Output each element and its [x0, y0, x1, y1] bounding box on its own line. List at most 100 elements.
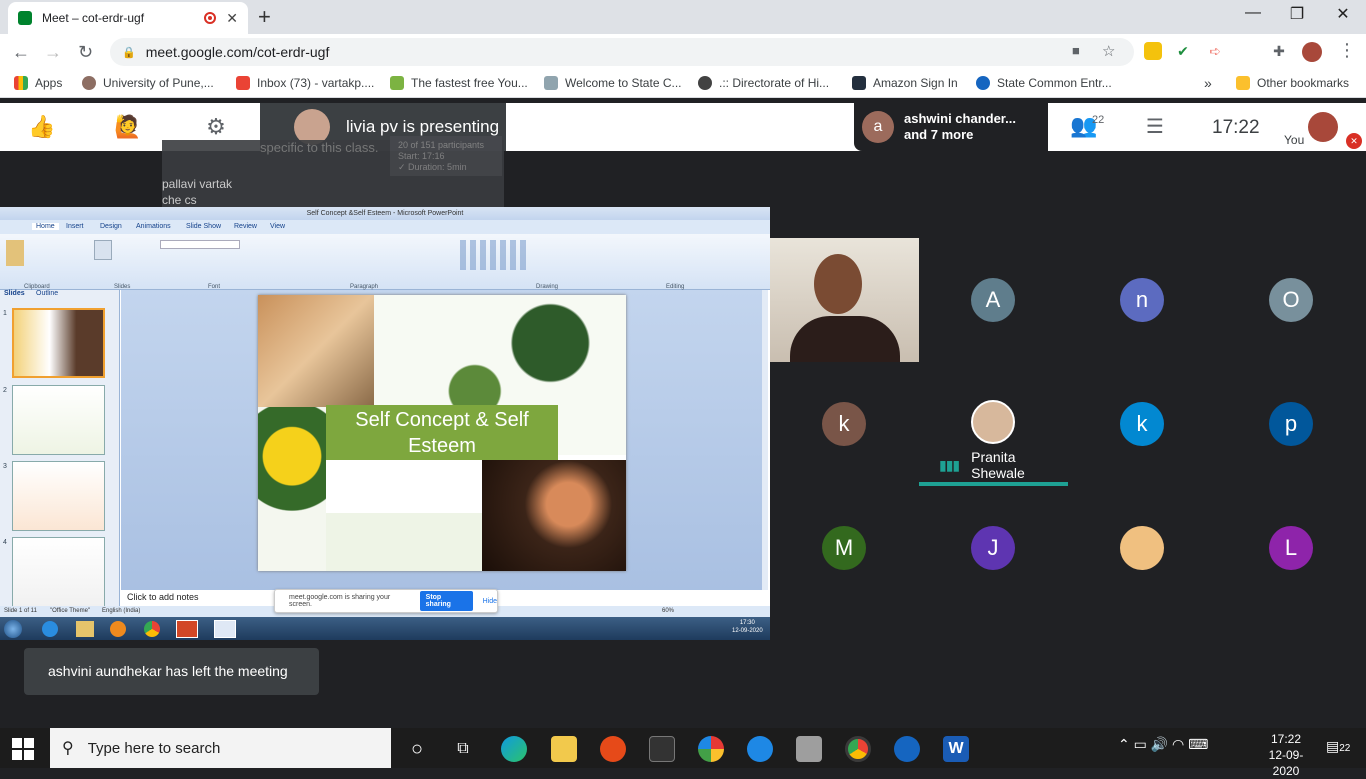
participant-avatar[interactable]: L	[1269, 526, 1313, 570]
camera-icon[interactable]: ■	[1072, 43, 1080, 58]
you-label: You	[1284, 133, 1305, 147]
more-bookmarks-icon[interactable]: »	[1204, 75, 1212, 91]
inner-taskbar: 17:30 12-09-2020	[0, 617, 770, 640]
slides-pane: Slides Outline 1 2 3 4	[0, 290, 120, 607]
new-tab-button[interactable]: +	[258, 4, 271, 30]
back-button[interactable]: ←	[12, 42, 30, 63]
close-tab-icon[interactable]: ✕	[226, 10, 238, 27]
meeting-clock: 17:22	[1212, 117, 1260, 138]
minimize-button[interactable]: —	[1230, 4, 1276, 22]
participant-avatar[interactable]: O	[1269, 278, 1313, 322]
app-icon[interactable]	[796, 736, 822, 762]
share-extension-icon[interactable]: ➪	[1206, 42, 1224, 60]
speaker-avatar[interactable]	[971, 400, 1015, 444]
slide-thumbnail[interactable]	[12, 308, 105, 378]
bookmark-amazon[interactable]: Amazon Sign In	[852, 76, 958, 90]
slide-thumbnail[interactable]	[12, 537, 105, 607]
raise-hand-icon[interactable]: 🙋	[108, 110, 148, 144]
bookmark-other[interactable]: Other bookmarks	[1236, 76, 1349, 90]
participant-avatar[interactable]: n	[1120, 278, 1164, 322]
check-extension-icon[interactable]: ✔	[1174, 42, 1192, 60]
download-icon	[390, 76, 404, 90]
participant-avatar[interactable]: A	[971, 278, 1015, 322]
chat-icon[interactable]: ☰	[1146, 114, 1164, 139]
extensions-icon[interactable]: ✚	[1270, 42, 1288, 60]
bookmarks-bar: Apps University of Pune,... Inbox (73) -…	[0, 70, 1366, 98]
ppt-ribbon: Clipboard Slides Font Paragraph Drawing …	[0, 234, 770, 290]
tab-title: Meet – cot-erdr-ugf	[42, 11, 145, 25]
hide-button[interactable]: Hide	[483, 598, 497, 605]
participant-avatar[interactable]: M	[822, 526, 866, 570]
windows-start-icon[interactable]	[12, 738, 34, 760]
browser-tab[interactable]: Meet – cot-erdr-ugf ✕	[8, 2, 248, 34]
bookmark-cet[interactable]: State Common Entr...	[976, 76, 1112, 90]
paste-icon	[6, 240, 24, 266]
participant-avatar[interactable]: k	[822, 402, 866, 446]
chrome-taskbar-icon[interactable]	[845, 736, 871, 762]
participant-avatar[interactable]: J	[971, 526, 1015, 570]
participant-avatar[interactable]: k	[1120, 402, 1164, 446]
taskbar-search[interactable]: ⚲ Type here to search	[50, 728, 391, 768]
system-tray-icons[interactable]: ⌃ ▭ 🔊 ◠ ⌨	[1118, 736, 1208, 753]
university-icon	[82, 76, 96, 90]
shared-screen: Self Concept &Self Esteem - Microsoft Po…	[0, 207, 770, 640]
vertical-scrollbar[interactable]	[762, 290, 768, 590]
chrome-icon	[144, 621, 160, 637]
participants-pill[interactable]: a ashwini chander... and 7 more	[854, 103, 1048, 151]
camera-tile[interactable]	[770, 238, 919, 362]
office-icon[interactable]	[600, 736, 626, 762]
powerpoint-icon	[176, 620, 198, 638]
thumbs-up-extension-icon[interactable]	[1144, 42, 1162, 60]
you-avatar[interactable]	[1308, 112, 1338, 142]
store-icon[interactable]	[649, 736, 675, 762]
explorer-icon	[76, 621, 94, 637]
current-slide[interactable]: Self Concept & Self Esteem	[258, 295, 626, 571]
close-window-button[interactable]: ✕	[1320, 4, 1366, 24]
bookmark-inbox[interactable]: Inbox (73) - vartakp....	[236, 76, 374, 90]
participant-avatar[interactable]: p	[1269, 402, 1313, 446]
bookmark-youtube[interactable]: The fastest free You...	[390, 76, 528, 90]
star-icon[interactable]: ☆	[1102, 42, 1115, 60]
menu-icon[interactable]: ⋮	[1338, 40, 1356, 61]
flower-illustration	[258, 407, 326, 571]
slide-thumbnail[interactable]	[12, 385, 105, 455]
ie-icon	[42, 621, 58, 637]
win7-start-icon	[4, 620, 22, 638]
silhouette-image	[482, 460, 626, 571]
bookmark-directorate[interactable]: .:: Directorate of Hi...	[698, 76, 829, 90]
task-view-icon[interactable]: ⧉	[450, 736, 476, 762]
reload-button[interactable]: ↻	[78, 42, 93, 63]
cortana-icon[interactable]: ○	[404, 736, 430, 762]
screen-icon	[214, 620, 236, 638]
apps-icon	[14, 76, 28, 90]
address-bar[interactable]: 🔒 meet.google.com/cot-erdr-ugf ■ ☆	[110, 38, 1134, 66]
notification-toast: ashvini aundhekar has left the meeting	[24, 648, 319, 695]
app-icon[interactable]	[698, 736, 724, 762]
children-mirror-image	[258, 295, 374, 407]
building-icon	[544, 76, 558, 90]
edge-icon[interactable]	[501, 736, 527, 762]
person-face	[814, 254, 862, 314]
bookmark-apps[interactable]: Apps	[14, 76, 62, 90]
file-explorer-icon[interactable]	[551, 736, 577, 762]
slide-thumbnail[interactable]	[12, 461, 105, 531]
internet-explorer-icon[interactable]	[747, 736, 773, 762]
thumbs-up-icon[interactable]: 👍	[22, 110, 62, 144]
restore-button[interactable]: ❐	[1274, 4, 1320, 24]
participant-avatar: a	[862, 111, 894, 143]
stop-sharing-button[interactable]: Stop sharing	[419, 591, 473, 611]
attendance-overlay: specific to this class. 20 of 151 partic…	[162, 136, 504, 210]
app-icon[interactable]	[894, 736, 920, 762]
settings-gear-icon[interactable]: ⚙	[196, 110, 236, 144]
bookmark-university[interactable]: University of Pune,...	[82, 76, 214, 90]
folder-icon	[1236, 76, 1250, 90]
system-clock[interactable]: 17:22 12-09-2020	[1256, 731, 1316, 779]
url-text: meet.google.com/cot-erdr-ugf	[145, 44, 330, 60]
bookmark-state[interactable]: Welcome to State C...	[544, 76, 682, 90]
slide-title: Self Concept & Self Esteem	[326, 405, 558, 460]
word-icon[interactable]: W	[943, 736, 969, 762]
forward-button[interactable]: →	[44, 42, 62, 63]
profile-avatar[interactable]	[1302, 42, 1322, 62]
photo-avatar[interactable]	[1120, 526, 1164, 570]
notification-icon[interactable]: ▤22	[1326, 738, 1350, 755]
